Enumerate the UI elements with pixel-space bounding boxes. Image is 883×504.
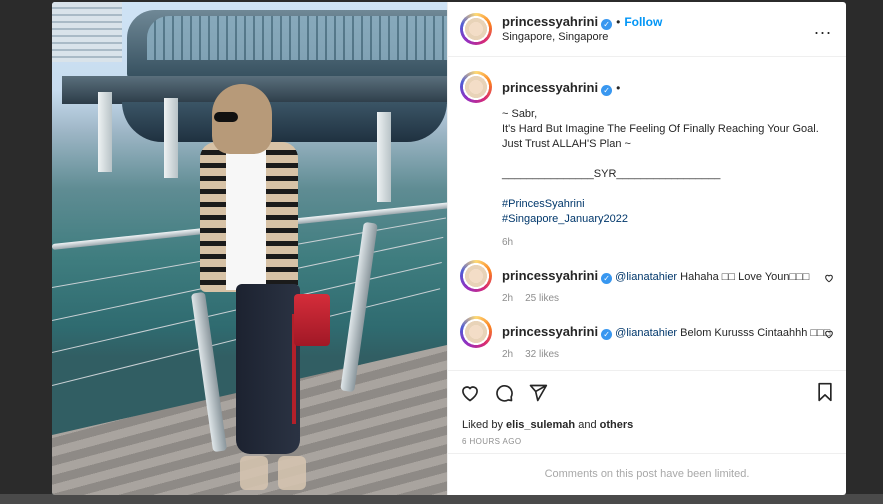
photo-sunglasses xyxy=(214,112,238,122)
comment-icon[interactable] xyxy=(494,383,514,403)
caption-line: _______________SYR_________________ xyxy=(502,168,721,180)
photo-pillar xyxy=(377,112,391,202)
comment-mention[interactable]: @lianatahier xyxy=(615,271,677,283)
comment-username[interactable]: princessyahrini xyxy=(502,324,598,339)
comment-age[interactable]: 2h xyxy=(502,293,513,304)
caption-line: It's Hard But Imagine The Feeling Of Fin… xyxy=(502,123,819,135)
comment-like-heart-icon[interactable] xyxy=(824,326,834,344)
hashtag-link[interactable]: #PrincesSyahrini xyxy=(502,197,819,212)
hashtag-link[interactable]: #Singapore_January2022 xyxy=(502,212,819,227)
bookmark-icon[interactable] xyxy=(816,382,834,407)
caption: princessyahrini ✓ • ~ Sabr, It's Hard But … xyxy=(460,71,834,248)
avatar[interactable] xyxy=(460,13,492,45)
heart-icon[interactable] xyxy=(460,383,480,403)
likes-others-link[interactable]: others xyxy=(600,419,634,431)
share-icon[interactable] xyxy=(528,383,548,403)
photo-shoe xyxy=(240,456,268,490)
likes-connector: and xyxy=(578,419,597,431)
photo-person xyxy=(200,84,330,494)
photo-pillar xyxy=(164,98,178,178)
likes-user-link[interactable]: elis_sulemah xyxy=(506,419,575,431)
comment-meta: 2h 32 likes xyxy=(502,349,830,360)
header-text: princessyahrini ✓ • Follow Singapore, Singa… xyxy=(502,14,662,45)
header-username[interactable]: princessyahrini xyxy=(502,14,598,29)
photo-pants xyxy=(236,284,300,454)
caption-content: princessyahrini ✓ • ~ Sabr, It's Hard But … xyxy=(502,71,819,248)
verified-icon: ✓ xyxy=(601,273,613,284)
comment-content: princessyahrini ✓ @lianatahier Hahaha □□ … xyxy=(502,260,809,304)
avatar[interactable] xyxy=(460,71,492,103)
comments-limited-notice: Comments on this post have been limited. xyxy=(448,453,846,495)
verified-icon: ✓ xyxy=(601,18,613,30)
photo-pillar xyxy=(98,92,112,172)
post-timestamp[interactable]: 6 HOURS AGO xyxy=(448,435,846,453)
photo-handbag xyxy=(294,294,330,346)
comment-likes[interactable]: 32 likes xyxy=(525,349,559,360)
photo-shirt xyxy=(226,150,266,290)
photo-tower xyxy=(52,2,122,62)
comment-username[interactable]: princessyahrini xyxy=(502,268,598,283)
comment-item: princessyahrini ✓ @lianatahier Hahaha □□ … xyxy=(460,260,834,304)
caption-username[interactable]: princessyahrini xyxy=(502,80,598,95)
comment-item: princessyahrini ✓ @lianatahier Belom Kuru… xyxy=(460,316,834,360)
location-link[interactable]: Singapore, Singapore xyxy=(502,30,662,45)
comment-like-heart-icon[interactable] xyxy=(824,270,834,288)
caption-age[interactable]: 6h xyxy=(502,237,513,248)
avatar[interactable] xyxy=(460,260,492,292)
post-photo[interactable] xyxy=(52,2,447,495)
likes-summary: Liked by elis_sulemah and others xyxy=(448,415,846,435)
caption-line: ~ Sabr, xyxy=(502,108,538,120)
likes-prefix: Liked by xyxy=(462,419,503,431)
comment-likes[interactable]: 25 likes xyxy=(525,293,559,304)
comment-age[interactable]: 2h xyxy=(502,349,513,360)
more-icon[interactable]: ... xyxy=(814,19,832,37)
comment-content: princessyahrini ✓ @lianatahier Belom Kuru… xyxy=(502,316,830,360)
photo-building-glass xyxy=(147,16,447,60)
post-panel: princessyahrini ✓ • Follow Singapore, Singa… xyxy=(447,2,846,495)
caption-meta: 6h xyxy=(502,237,819,248)
caption-line: Just Trust ALLAH'S Plan ~ xyxy=(502,138,631,150)
post-header: princessyahrini ✓ • Follow Singapore, Singa… xyxy=(448,2,846,57)
post-modal: princessyahrini ✓ • Follow Singapore, Singa… xyxy=(52,2,846,495)
separator-dot: • xyxy=(616,14,621,29)
photo-shoe xyxy=(278,456,306,490)
backdrop xyxy=(0,494,883,504)
comment-mention[interactable]: @lianatahier xyxy=(615,327,677,339)
follow-button[interactable]: Follow xyxy=(624,15,662,29)
action-bar xyxy=(448,370,846,415)
comment-text: Belom Kurusss Cintaahhh □□□ xyxy=(680,327,831,339)
separator-dot: • xyxy=(616,81,621,95)
verified-icon: ✓ xyxy=(601,85,613,96)
avatar[interactable] xyxy=(460,316,492,348)
comment-meta: 2h 25 likes xyxy=(502,293,809,304)
verified-icon: ✓ xyxy=(601,329,613,340)
comment-text: Hahaha □□ Love Youn□□□ xyxy=(680,271,810,283)
comments-area[interactable]: princessyahrini ✓ • ~ Sabr, It's Hard But … xyxy=(448,57,846,370)
